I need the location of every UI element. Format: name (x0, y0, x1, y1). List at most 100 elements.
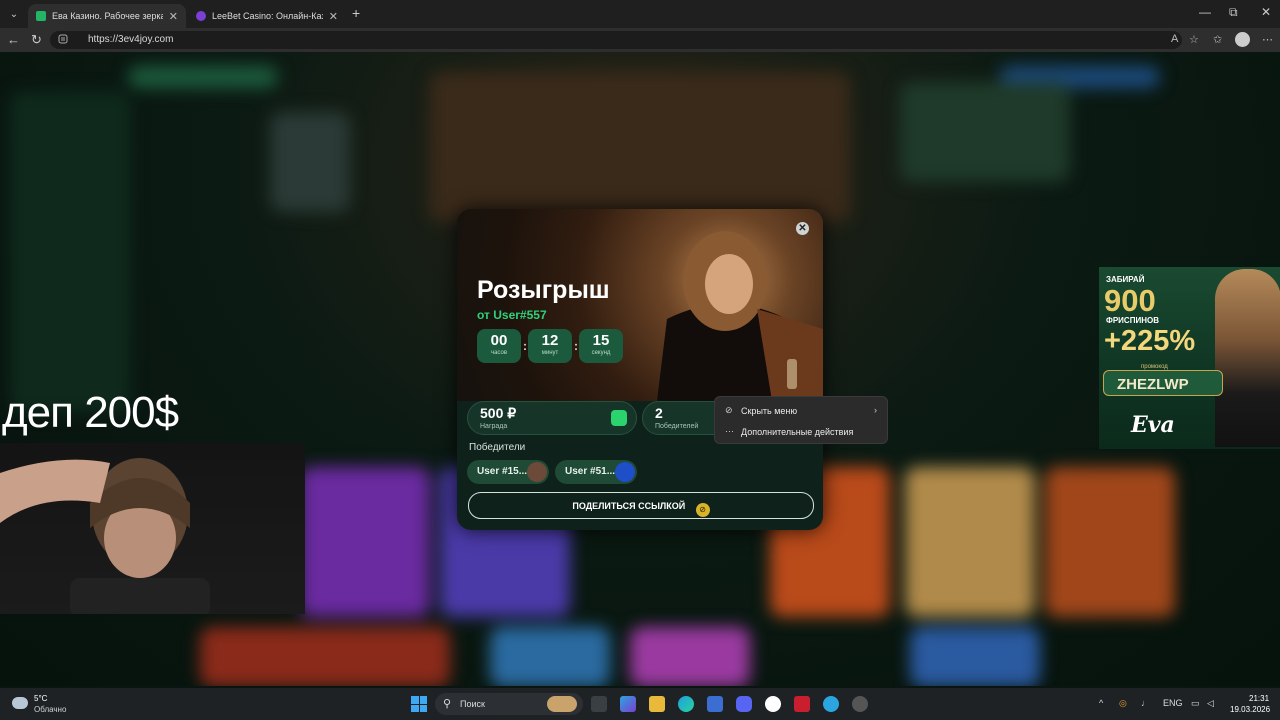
winner-chip[interactable]: User #15... (467, 460, 549, 484)
bg-game-7 (490, 627, 610, 686)
microphone-icon[interactable]: ♩ (1141, 698, 1150, 708)
timer-separator: : (523, 339, 527, 353)
promo-amount: 900 (1104, 283, 1156, 318)
volume-icon[interactable]: ◁ (1207, 698, 1214, 709)
address-toolbar: ← ↻ https://3ev4joy.com A ☆ ✩ ⋯ (0, 28, 1280, 52)
menu-item-more-actions[interactable]: ⋯ Дополнительные действия (715, 421, 887, 441)
eva-favicon-icon (36, 11, 46, 21)
stream-overlay-text: деп 200$ (2, 388, 179, 437)
clock-time[interactable]: 21:31 (1249, 694, 1269, 703)
prize-caption: Награда (480, 423, 508, 430)
close-tab-icon[interactable]: ✕ (329, 10, 338, 23)
promo-code-box: ZHEZLWP (1103, 370, 1223, 396)
favorites-list-icon[interactable]: ✩ (1213, 33, 1222, 46)
share-link-button[interactable]: ПОДЕЛИТЬСЯ ССЫЛКОЙ ⊘ (468, 492, 814, 519)
hero-illustration (657, 231, 823, 401)
edge-browser-icon[interactable] (678, 696, 694, 712)
tray-app-icon[interactable]: ◎ (1119, 698, 1127, 709)
share-coin-icon: ⊘ (695, 503, 710, 517)
search-placeholder: Поиск (460, 699, 485, 709)
network-icon[interactable]: ▭ (1191, 698, 1200, 709)
timer-hours: 00 часов (477, 329, 521, 363)
prize-card: 500 ₽ Награда (467, 401, 637, 435)
minimize-icon[interactable]: — (1199, 5, 1211, 19)
input-language[interactable]: ENG (1163, 698, 1183, 708)
close-window-icon[interactable]: ✕ (1261, 5, 1271, 19)
timer-hours-value: 00 (490, 332, 508, 349)
url-field[interactable]: https://3ev4joy.com (50, 31, 1182, 49)
menu-item-hide-menu[interactable]: ⊘ Скрыть меню › (715, 400, 887, 420)
app-k-icon[interactable] (794, 696, 810, 712)
more-icon: ⋯ (725, 426, 734, 436)
close-modal-button[interactable]: ✕ (796, 222, 809, 235)
bg-game-1 (300, 467, 430, 617)
timer-seconds: 15 секунд (579, 329, 623, 363)
bg-game-4 (905, 467, 1035, 617)
weather-desc: Облачно (34, 705, 67, 714)
winner-chip[interactable]: User #51... (555, 460, 637, 484)
giveaway-title: Розыгрыш (477, 276, 610, 304)
taskbar-search[interactable]: ⚲ Поиск (435, 693, 583, 715)
timer-minutes: 12 минут (528, 329, 572, 363)
promo-model-image (1215, 269, 1280, 447)
share-link-label: ПОДЕЛИТЬСЯ ССЫЛКОЙ (572, 501, 686, 511)
giveaway-author: от User#557 (477, 308, 547, 322)
winner-avatar (527, 462, 547, 482)
task-view-icon[interactable] (591, 696, 607, 712)
clock-date[interactable]: 19.03.2026 (1230, 705, 1270, 714)
winner-name: User #51... (565, 466, 616, 477)
widgets-icon[interactable] (620, 696, 636, 712)
bg-banner-center (430, 72, 850, 222)
cloud-icon[interactable] (12, 697, 28, 709)
read-aloud-icon[interactable]: A (1171, 33, 1178, 45)
promo-line2: ФРИСПИНОВ (1106, 316, 1159, 325)
tab-title: Ева Казино. Рабочее зеркало. Оф (52, 11, 163, 21)
timer-seconds-value: 15 (592, 332, 610, 349)
bg-game-5 (1045, 467, 1175, 617)
winners-count-value: 2 (655, 405, 663, 421)
promo-code: ZHEZLWP (1117, 376, 1189, 393)
store-icon[interactable] (707, 696, 723, 712)
file-explorer-icon[interactable] (649, 696, 665, 712)
search-icon: ⚲ (443, 698, 452, 710)
more-menu-icon[interactable]: ⋯ (1262, 33, 1273, 46)
site-info-icon[interactable] (58, 34, 68, 44)
refresh-icon[interactable]: ↻ (31, 32, 42, 48)
profile-avatar[interactable] (1235, 32, 1250, 47)
giveaway-modal: ✕ Розыгрыш от User#557 00 часов : 12 мин… (457, 209, 823, 530)
telegram-icon[interactable] (823, 696, 839, 712)
winners-count-caption: Победителей (655, 423, 699, 430)
favorite-star-icon[interactable]: ☆ (1189, 33, 1199, 46)
gift-icon (611, 410, 627, 426)
yandex-browser-icon[interactable] (765, 696, 781, 712)
winner-avatar (615, 462, 635, 482)
webcam-overlay (0, 443, 305, 614)
timer-minutes-label: минут (541, 350, 559, 356)
tab-title: LeeBet Casino: Онлайн-Казино с (212, 11, 323, 21)
close-tab-icon[interactable]: ✕ (169, 10, 178, 23)
windows-start-icon[interactable] (411, 696, 427, 712)
promo-banner[interactable]: ЗАБИРАЙ 900 ФРИСПИНОВ +225% ZHEZLWP пром… (1099, 267, 1280, 449)
chevron-right-icon: › (874, 405, 877, 415)
tray-overflow-icon[interactable]: ^ (1099, 698, 1103, 708)
prize-value: 500 ₽ (480, 405, 517, 421)
bg-banner-left (270, 112, 350, 212)
timer-minutes-value: 12 (541, 332, 559, 349)
steam-icon[interactable] (852, 696, 868, 712)
url-text: https://3ev4joy.com (88, 34, 174, 45)
tab-actions-chevron-icon[interactable]: ⌄ (4, 4, 24, 24)
bg-sidebar (10, 92, 130, 412)
back-arrow-icon[interactable]: ← (7, 32, 20, 47)
streamer-silhouette (0, 458, 210, 614)
restore-icon[interactable]: ⧉ (1229, 5, 1238, 20)
bg-game-6 (200, 627, 450, 686)
leebet-favicon-icon (196, 11, 206, 21)
new-tab-plus-icon[interactable]: + (352, 5, 360, 21)
taskbar: 5°C Облачно ⚲ Поиск ^ ◎ ♩ ENG ▭ ◁ 21:31 … (0, 688, 1280, 720)
tab-eva-casino[interactable]: Ева Казино. Рабочее зеркало. Оф ✕ (28, 4, 186, 28)
winners-heading: Победители (469, 442, 526, 453)
timer-seconds-label: секунд (591, 350, 611, 356)
tab-leebet-casino[interactable]: LeeBet Casino: Онлайн-Казино с ✕ (188, 4, 346, 28)
discord-icon[interactable] (736, 696, 752, 712)
hide-icon: ⊘ (725, 405, 733, 415)
